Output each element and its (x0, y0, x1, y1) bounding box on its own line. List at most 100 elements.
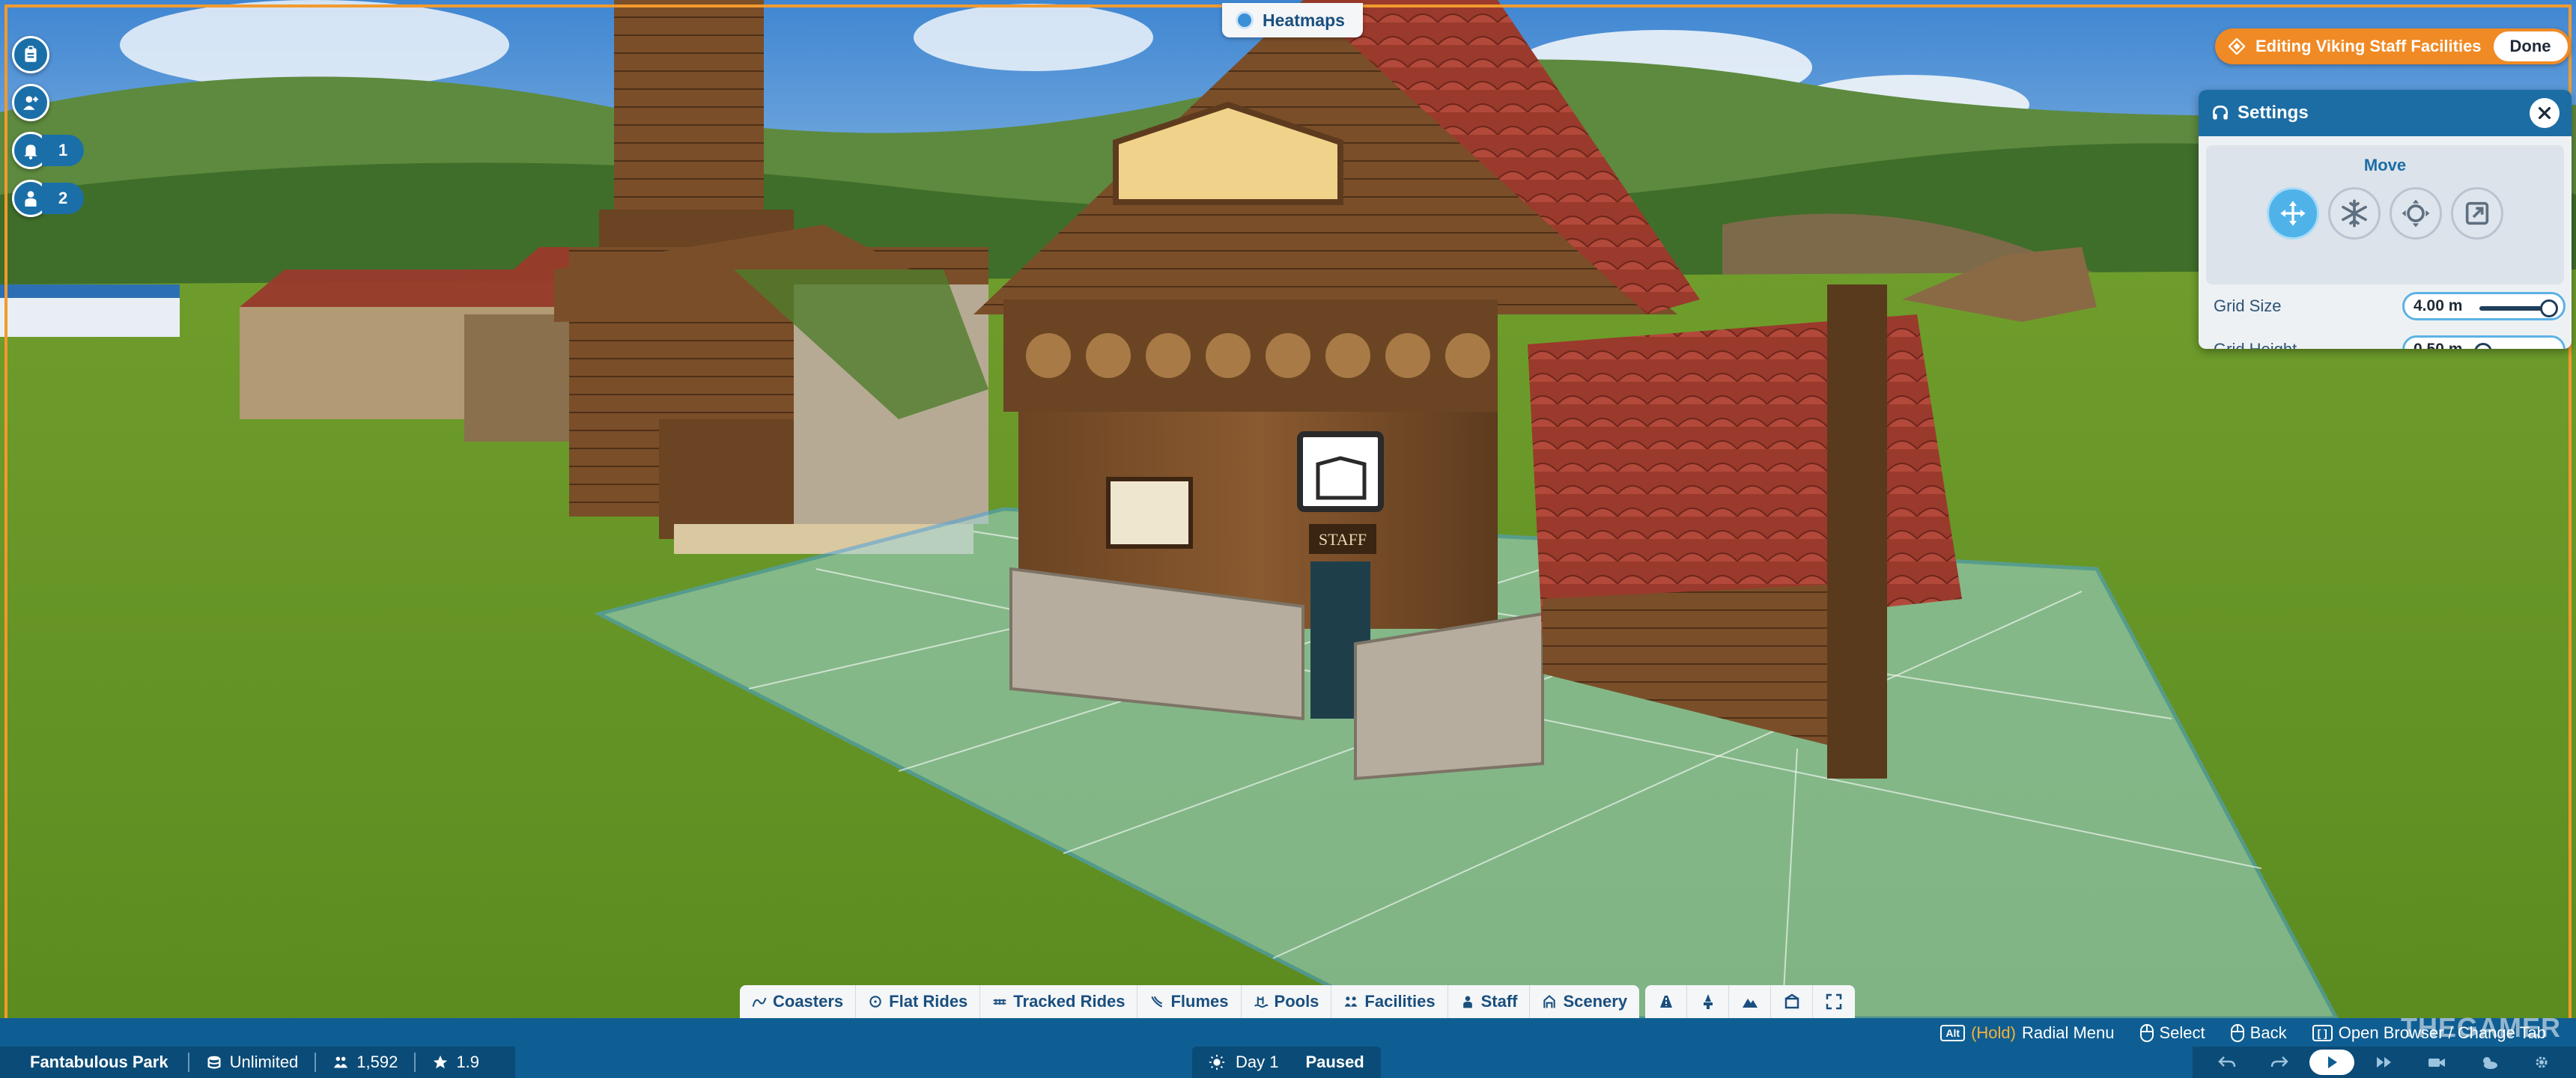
toolbar-item-guests[interactable] (12, 84, 84, 121)
close-icon (2538, 106, 2551, 120)
add-guest-icon[interactable] (12, 84, 49, 121)
gear-icon (2536, 1056, 2548, 1068)
tab-facilities[interactable]: Facilities (1331, 985, 1448, 1018)
grid-height-slider[interactable]: 0.50 m (2402, 335, 2566, 349)
freeze-tool-button[interactable] (2328, 187, 2381, 240)
settings-header: Settings (2199, 90, 2572, 136)
expand-tool-button[interactable] (1813, 985, 1855, 1018)
coaster-icon (752, 997, 767, 1007)
rotate-move-tool-button[interactable] (2390, 187, 2442, 240)
mouse-right-icon (2230, 1024, 2244, 1042)
rating-status[interactable]: 1.9 (432, 1053, 479, 1072)
move-arrows-icon (2280, 201, 2306, 226)
park-name[interactable]: Fantabulous Park (30, 1053, 168, 1072)
mouse-left-icon (2139, 1024, 2154, 1042)
freeze-snowflake-icon (2342, 199, 2367, 228)
bracket-key: [ ] (2312, 1025, 2333, 1041)
move-label: Move (2363, 156, 2407, 174)
grid-height-knob[interactable] (2473, 343, 2492, 349)
weather-button[interactable] (2467, 1050, 2512, 1075)
terrain-icon (1742, 999, 1758, 1008)
tab-flumes[interactable]: Flumes (1137, 985, 1242, 1018)
redo-button[interactable] (2257, 1050, 2302, 1075)
terrain-paint-tool-button[interactable] (1687, 985, 1730, 1018)
path-icon (1659, 996, 1672, 1008)
tab-label: Coasters (773, 992, 844, 1011)
tracked-ride-icon (993, 999, 1006, 1005)
heatmaps-button[interactable]: Heatmaps (1222, 3, 1363, 37)
undo-button[interactable] (2205, 1050, 2250, 1075)
terrain-tool-button[interactable] (1729, 985, 1772, 1018)
weather-icon (2483, 1057, 2497, 1069)
park-status: Fantabulous Park Unlimited 1,592 1.9 (0, 1047, 515, 1078)
toolbar-item-staff[interactable]: 2 (12, 180, 84, 217)
settings-headset-icon (2212, 105, 2229, 120)
done-button[interactable]: Done (2493, 31, 2568, 61)
tab-scenery[interactable]: Scenery (1530, 985, 1639, 1018)
flume-icon (1151, 996, 1163, 1008)
fast-forward-icon (2377, 1057, 2391, 1068)
notification-count: 1 (42, 135, 84, 166)
grid-height-value: 0.50 m (2414, 341, 2476, 349)
game-controls (2193, 1047, 2576, 1078)
grid-size-slider[interactable]: 4.00 m (2402, 292, 2566, 320)
grid-size-label: Grid Size (2214, 296, 2282, 315)
category-bar: Coasters Flat Rides Tracked Rides Flumes… (740, 985, 1856, 1018)
sun-icon (1209, 1054, 1225, 1071)
scale-icon (2465, 201, 2489, 225)
category-tool-icons (1645, 985, 1856, 1018)
grid-size-knob[interactable] (2540, 299, 2559, 317)
play-icon (2328, 1056, 2337, 1068)
scale-tool-button[interactable] (2451, 187, 2503, 240)
star-icon (434, 1055, 448, 1069)
terrain-paint-icon (1703, 994, 1713, 1009)
guests-icon (334, 1056, 348, 1068)
money-value: Unlimited (229, 1053, 299, 1071)
path-tool-button[interactable] (1645, 985, 1688, 1018)
heatmaps-label: Heatmaps (1263, 10, 1345, 30)
money-status[interactable]: Unlimited (206, 1053, 299, 1072)
rotate-move-icon (2402, 199, 2430, 228)
park-scene: STAFF (0, 0, 2576, 1078)
tab-coasters[interactable]: Coasters (740, 985, 857, 1018)
tab-label: Flat Rides (889, 992, 968, 1011)
scenery-icon (1543, 995, 1556, 1008)
toolbar-item-park-info[interactable] (12, 36, 84, 73)
game-viewport[interactable]: STAFF (0, 0, 2576, 1078)
tab-label: Tracked Rides (1013, 992, 1126, 1011)
tab-flat-rides[interactable]: Flat Rides (856, 985, 981, 1018)
redo-icon (2270, 1056, 2288, 1068)
bottom-bar: Alt (Hold) Radial Menu Select Back [ ] O… (0, 1018, 2576, 1078)
fast-forward-button[interactable] (2362, 1050, 2407, 1075)
close-button[interactable] (2530, 98, 2560, 128)
guest-status[interactable]: 1,592 (332, 1053, 398, 1072)
grid-size-row: Grid Size 4.00 m (2199, 284, 2572, 328)
tab-tracked-rides[interactable]: Tracked Rides (980, 985, 1138, 1018)
watermark: THEGAMER (2401, 1012, 2561, 1043)
tab-label: Scenery (1563, 992, 1628, 1011)
hold-label: (Hold) (1971, 1023, 2016, 1042)
play-button[interactable] (2309, 1050, 2354, 1075)
coins-icon (207, 1056, 221, 1069)
back-label: Back (2250, 1023, 2287, 1042)
camera-button[interactable] (2414, 1050, 2459, 1075)
blueprint-icon (1784, 993, 1799, 1009)
alt-key: Alt (1940, 1025, 1966, 1041)
toolbar-item-notifications[interactable]: 1 (12, 132, 84, 169)
facilities-icon (1345, 996, 1358, 1007)
tab-label: Facilities (1364, 992, 1436, 1011)
blueprint-tool-button[interactable] (1771, 985, 1814, 1018)
tab-pools[interactable]: Pools (1242, 985, 1332, 1018)
hint-select: Select (2139, 1023, 2205, 1043)
settings-button[interactable] (2519, 1050, 2564, 1075)
grid-height-row: Grid Height 0.50 m (2199, 328, 2572, 349)
move-tool-button[interactable] (2267, 187, 2319, 240)
edit-diamond-icon (2229, 38, 2245, 55)
staff-icon (1462, 996, 1472, 1008)
time-status: Day 1 Paused (1192, 1047, 1381, 1078)
settings-panel: Settings Move Grid Size 4.00 m (2199, 90, 2572, 349)
clipboard-icon[interactable] (12, 36, 49, 73)
tab-staff[interactable]: Staff (1448, 985, 1531, 1018)
pool-icon (1254, 996, 1268, 1008)
tab-label: Flumes (1170, 992, 1229, 1011)
